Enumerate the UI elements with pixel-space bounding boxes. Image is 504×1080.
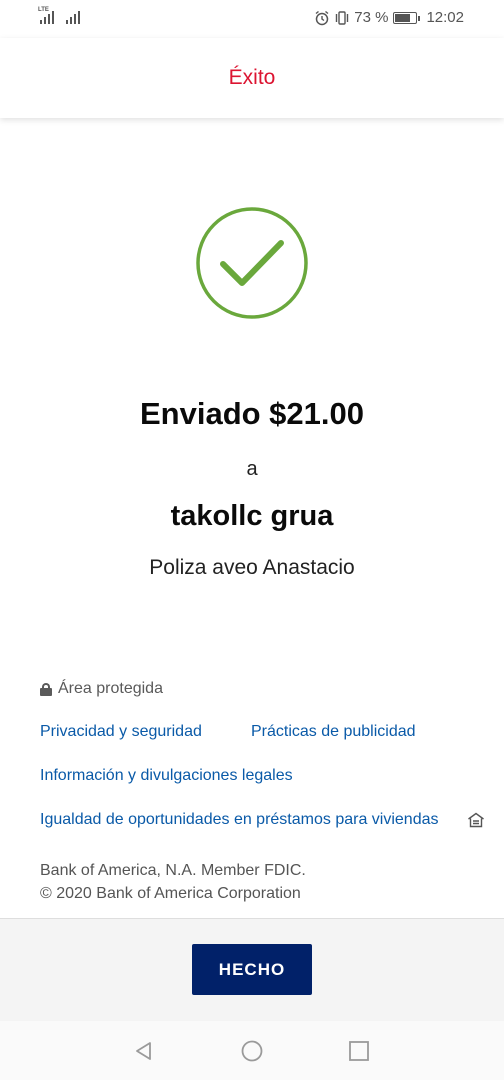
lock-icon: [40, 682, 52, 696]
advertising-practices-link[interactable]: Prácticas de publicidad: [251, 723, 416, 741]
action-footer: HECHO: [0, 918, 504, 1021]
home-nav-icon[interactable]: [241, 1040, 263, 1062]
vibrate-icon: [336, 10, 349, 25]
fdic-notice: Bank of America, N.A. Member FDIC.: [40, 862, 306, 879]
equal-housing-lender-icon: [468, 812, 484, 828]
network-type-label: LTE: [38, 7, 49, 13]
connector-text: a: [246, 458, 258, 480]
legal-disclosures-link[interactable]: Información y divulgaciones legales: [40, 767, 293, 785]
recipient-name: takollc grua: [170, 500, 334, 532]
app-header: Éxito: [0, 38, 504, 118]
success-check-icon: [196, 207, 308, 319]
recents-nav-icon[interactable]: [348, 1040, 370, 1062]
privacy-security-link[interactable]: Privacidad y seguridad: [40, 723, 202, 741]
secure-area-label: Área protegida: [40, 680, 163, 698]
confirmation-screen: Enviado $21.00 a takollc grua Poliza ave…: [0, 118, 504, 918]
status-right: 73 % 12:02: [314, 9, 464, 26]
system-nav-bar: [0, 1021, 504, 1080]
secure-area-text: Área protegida: [58, 680, 163, 697]
status-bar: LTE 73 % 12:02: [0, 0, 504, 38]
alarm-icon: [315, 10, 329, 25]
signal-strength-icon: LTE: [38, 7, 54, 24]
payment-memo: Poliza aveo Anastacio: [149, 556, 355, 579]
equal-housing-link[interactable]: Igualdad de oportunidades en préstamos p…: [40, 811, 439, 829]
battery-percent: 73 %: [354, 9, 389, 26]
signal-indicators: LTE: [38, 7, 80, 24]
signal-strength-icon-2: [66, 10, 80, 24]
sent-amount: Enviado $21.00: [139, 396, 364, 431]
battery-icon: [393, 11, 421, 24]
page-title: Éxito: [228, 66, 276, 89]
done-button[interactable]: HECHO: [192, 944, 312, 995]
copyright-notice: © 2020 Bank of America Corporation: [40, 885, 301, 902]
back-nav-icon[interactable]: [133, 1040, 155, 1062]
clock: 12:02: [426, 9, 464, 26]
